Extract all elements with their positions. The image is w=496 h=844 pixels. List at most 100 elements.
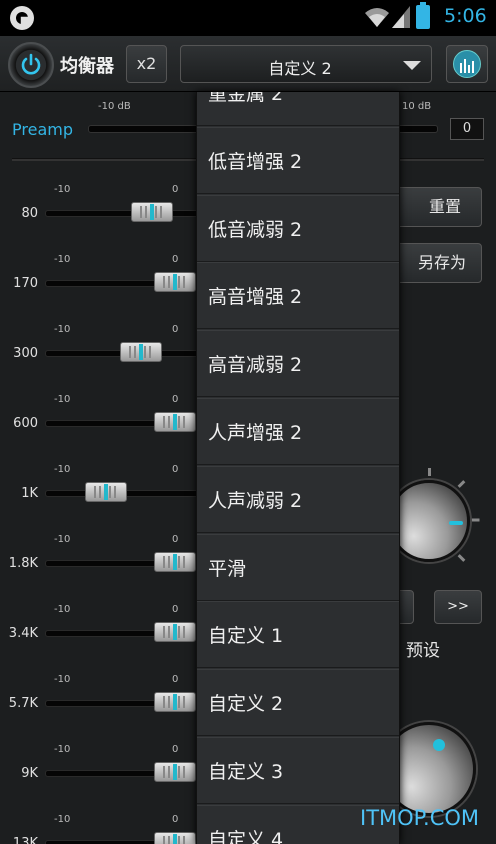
band-mid-label: 0 bbox=[172, 184, 179, 195]
preset-menu-item-label: 自定义 1 bbox=[208, 625, 284, 648]
preset-menu-item[interactable]: 高音增强 2 bbox=[197, 262, 399, 330]
save-as-button-label: 另存为 bbox=[417, 253, 466, 272]
band-slider-thumb[interactable] bbox=[119, 342, 162, 362]
preamp-max-label: 10 dB bbox=[402, 101, 432, 112]
band-frequency-label: 9K bbox=[21, 766, 38, 781]
preset-menu-item-label: 低音减弱 2 bbox=[208, 218, 303, 241]
band-slider-thumb[interactable] bbox=[85, 482, 127, 502]
band-frequency-label: 300 bbox=[13, 346, 38, 361]
knob-tick bbox=[457, 480, 466, 488]
band-min-label: -10 bbox=[54, 324, 71, 335]
band-slider-thumb[interactable] bbox=[154, 622, 196, 642]
band-frequency-label: 1.8K bbox=[8, 556, 38, 571]
band-min-label: -10 bbox=[54, 604, 71, 615]
x2-button[interactable]: x2 bbox=[126, 45, 167, 83]
band-frequency-label: 80 bbox=[21, 206, 38, 221]
band-slider-thumb[interactable] bbox=[154, 692, 196, 712]
preset-menu-item[interactable]: 人声增强 2 bbox=[197, 398, 399, 465]
band-row: -10 0 5.7K bbox=[0, 670, 205, 740]
preset-dropdown-menu: 重金属 2 低音增强 2 低音减弱 2 高音增强 2 高音减弱 2 人声增强 2 人声减弱 … bbox=[196, 92, 400, 844]
next-preset-button[interactable]: >> bbox=[434, 590, 482, 624]
battery-icon bbox=[416, 2, 430, 29]
band-mid-label: 0 bbox=[172, 324, 179, 335]
band-slider-thumb[interactable] bbox=[154, 762, 196, 782]
preset-menu-item-label: 低音增强 2 bbox=[208, 150, 303, 173]
preamp-min-label: -10 dB bbox=[98, 101, 131, 112]
band-frequency-label: 170 bbox=[13, 276, 38, 291]
page-title: 均衡器 bbox=[60, 56, 114, 77]
preamp-label: Preamp bbox=[12, 120, 73, 139]
band-mid-label: 0 bbox=[172, 604, 179, 615]
preset-menu-item[interactable]: 低音减弱 2 bbox=[197, 194, 399, 262]
band-mid-label: 0 bbox=[172, 464, 179, 475]
preset-select[interactable]: 自定义 2 bbox=[180, 45, 432, 83]
band-row: -10 0 13K bbox=[0, 810, 205, 844]
band-min-label: -10 bbox=[54, 534, 71, 545]
band-slider-thumb[interactable] bbox=[154, 412, 196, 432]
preset-label: 预设 bbox=[406, 641, 440, 661]
band-row: -10 0 9K bbox=[0, 740, 205, 810]
preset-menu-item[interactable]: 高音减弱 2 bbox=[197, 330, 399, 398]
preset-menu-item-label: 自定义 4 bbox=[208, 828, 284, 844]
knob-indicator bbox=[433, 739, 445, 751]
preamp-value[interactable]: 0 bbox=[450, 118, 484, 140]
watermark: ITMOP.COM bbox=[360, 806, 480, 830]
signal-icon bbox=[392, 6, 410, 28]
status-clock: 5:06 bbox=[444, 5, 487, 27]
band-row: -10 0 170 bbox=[0, 250, 205, 320]
band-slider-thumb[interactable] bbox=[131, 202, 173, 222]
band-row: -10 0 300 bbox=[0, 320, 205, 390]
preset-menu-item[interactable]: 重金属 2 bbox=[197, 92, 399, 126]
band-frequency-label: 1K bbox=[21, 486, 38, 501]
preset-menu-item[interactable]: 自定义 3 bbox=[197, 737, 399, 804]
preset-menu-item-label: 高音增强 2 bbox=[208, 286, 303, 309]
band-slider-thumb[interactable] bbox=[154, 832, 196, 844]
knob-tick bbox=[457, 554, 466, 562]
visualizer-button[interactable] bbox=[446, 45, 488, 83]
knob-tick bbox=[471, 518, 480, 522]
chevron-down-icon bbox=[403, 61, 421, 70]
preset-menu-item-label: 平滑 bbox=[208, 557, 247, 580]
knob-tick bbox=[428, 468, 431, 476]
band-min-label: -10 bbox=[54, 184, 71, 195]
power-icon bbox=[21, 53, 41, 75]
preset-menu-item[interactable]: 自定义 1 bbox=[197, 601, 399, 669]
reset-button-label: 重置 bbox=[428, 197, 461, 216]
preset-menu-item[interactable]: 人声减弱 2 bbox=[197, 465, 399, 533]
band-min-label: -10 bbox=[54, 814, 71, 825]
status-bar: 5:06 bbox=[0, 0, 496, 36]
spectrum-icon bbox=[453, 50, 481, 78]
knob-indicator bbox=[449, 521, 463, 525]
preset-menu-item[interactable]: 平滑 bbox=[197, 533, 399, 601]
band-min-label: -10 bbox=[54, 394, 71, 405]
bass-knob[interactable] bbox=[388, 480, 470, 562]
preset-menu-item-label: 人声减弱 2 bbox=[208, 489, 303, 512]
band-frequency-label: 5.7K bbox=[8, 696, 38, 711]
app-notification-icon bbox=[10, 6, 34, 30]
preset-select-value: 自定义 2 bbox=[268, 59, 332, 78]
band-row: -10 0 3.4K bbox=[0, 600, 205, 670]
band-mid-label: 0 bbox=[172, 394, 179, 405]
band-slider-thumb[interactable] bbox=[154, 552, 196, 572]
band-frequency-label: 13K bbox=[12, 836, 38, 844]
preset-menu-item-label: 高音减弱 2 bbox=[208, 354, 303, 377]
band-row: -10 0 1.8K bbox=[0, 530, 205, 600]
band-min-label: -10 bbox=[54, 464, 71, 475]
band-slider-track[interactable] bbox=[45, 210, 205, 217]
band-mid-label: 0 bbox=[172, 674, 179, 685]
band-frequency-label: 3.4K bbox=[8, 626, 38, 641]
band-mid-label: 0 bbox=[172, 814, 179, 825]
preset-menu-item[interactable]: 低音增强 2 bbox=[197, 126, 399, 194]
band-min-label: -10 bbox=[54, 744, 71, 755]
preset-menu-item[interactable]: 自定义 2 bbox=[197, 669, 399, 737]
band-mid-label: 0 bbox=[172, 534, 179, 545]
band-row: -10 0 1K bbox=[0, 460, 205, 530]
power-button[interactable] bbox=[8, 42, 54, 88]
band-min-label: -10 bbox=[54, 674, 71, 685]
preset-menu-item-label: 人声增强 2 bbox=[208, 422, 303, 444]
band-slider-thumb[interactable] bbox=[154, 272, 196, 292]
wifi-icon bbox=[365, 8, 389, 27]
band-row: -10 0 600 bbox=[0, 390, 205, 460]
band-min-label: -10 bbox=[54, 254, 71, 265]
band-mid-label: 0 bbox=[172, 254, 179, 265]
